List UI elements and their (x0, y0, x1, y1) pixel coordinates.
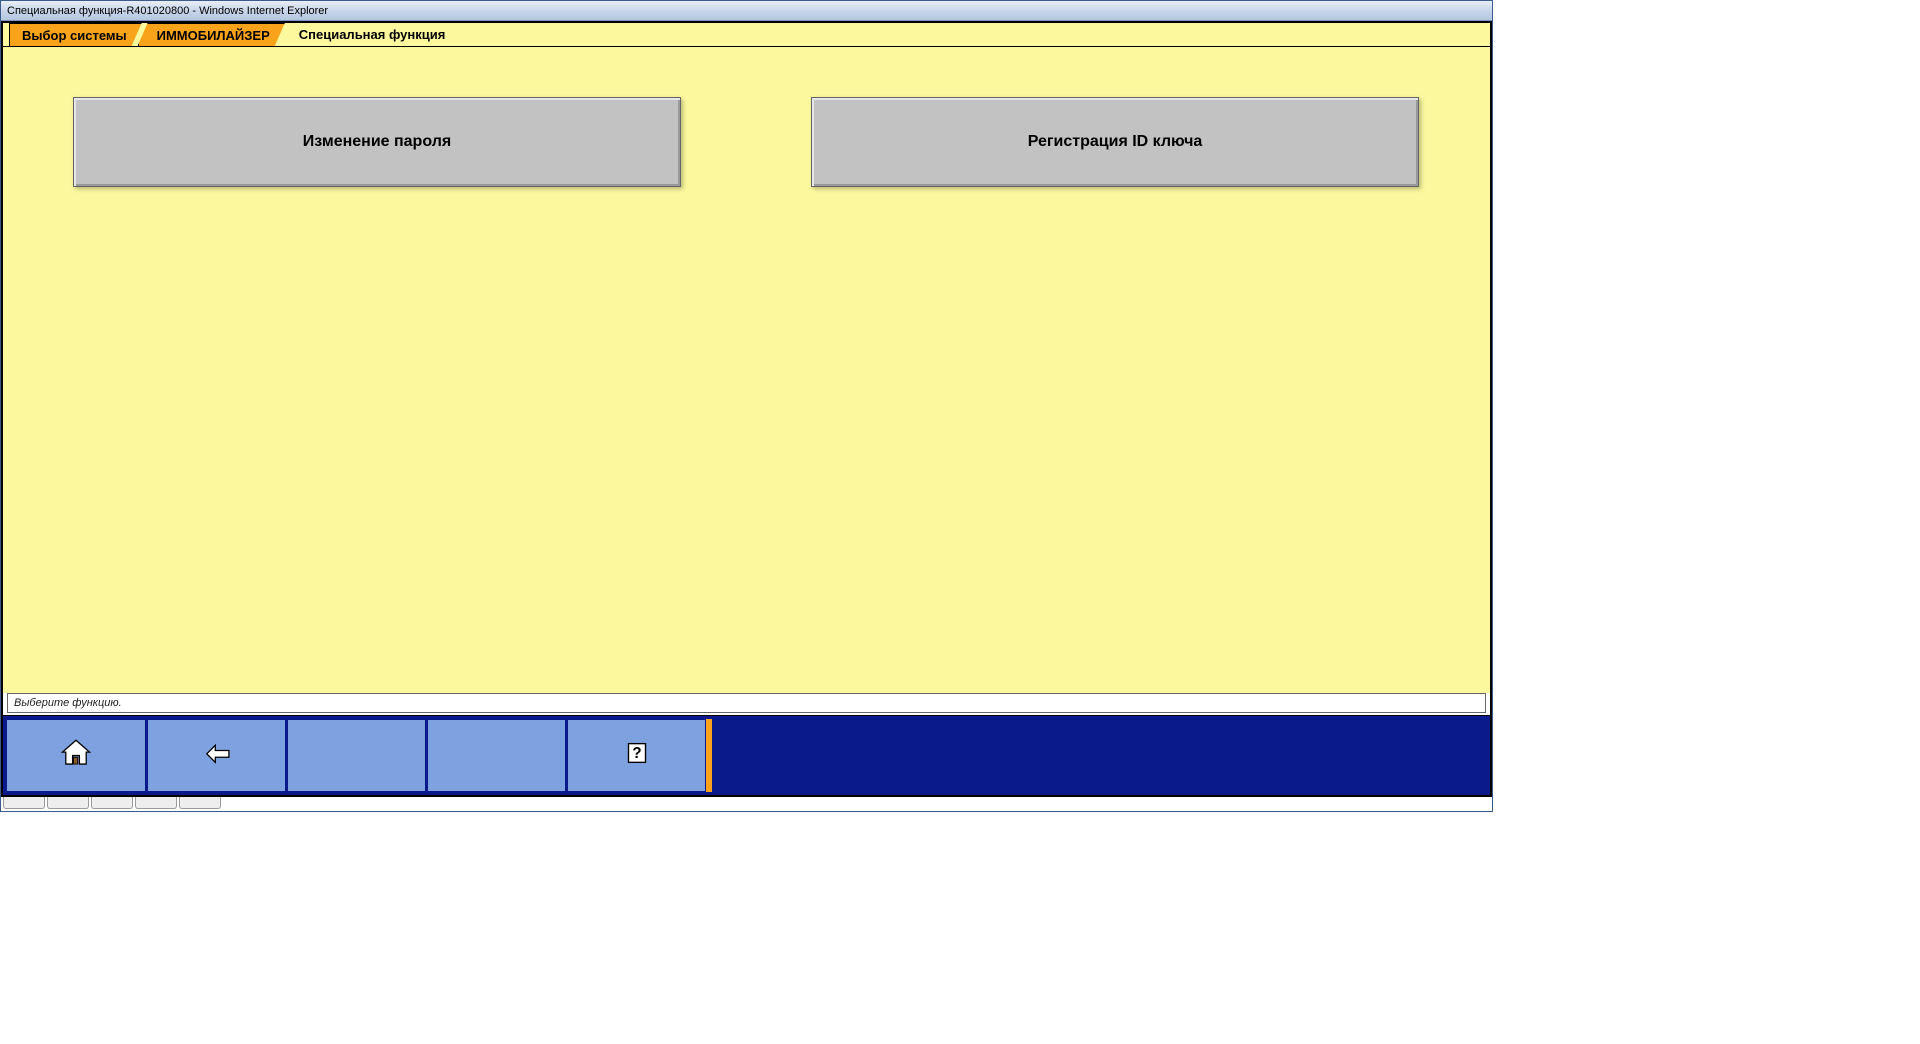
footer-tab[interactable] (3, 797, 45, 809)
window-titlebar: Специальная функция-R401020800 - Windows… (1, 1, 1492, 21)
home-button[interactable] (6, 719, 146, 792)
breadcrumb: Выбор системы ИММОБИЛАЙЗЕР Специальная ф… (3, 23, 1490, 47)
toolbar-slot-4[interactable] (426, 719, 566, 792)
bottom-toolbar: ? (3, 715, 1490, 795)
breadcrumb-label: Выбор системы (22, 28, 127, 43)
footer-tab[interactable] (179, 797, 221, 809)
breadcrumb-current-label: Специальная функция (299, 27, 446, 42)
main-content: Изменение пароля Регистрация ID ключа (3, 47, 1490, 693)
footer-tab[interactable] (91, 797, 133, 809)
window-title: Специальная функция-R401020800 - Windows… (7, 5, 328, 17)
footer-tabs (1, 797, 1492, 811)
breadcrumb-current: Специальная функция (281, 23, 460, 46)
breadcrumb-label: ИММОБИЛАЙЗЕР (157, 28, 270, 43)
back-button[interactable] (146, 719, 286, 792)
button-label: Изменение пароля (303, 133, 451, 151)
breadcrumb-item-system-select[interactable]: Выбор системы (9, 23, 142, 46)
help-button[interactable]: ? (566, 719, 706, 792)
home-icon (59, 738, 93, 773)
status-text: Выберите функцию. (14, 697, 122, 709)
svg-text:?: ? (632, 745, 641, 762)
change-password-button[interactable]: Изменение пароля (73, 97, 681, 187)
register-key-id-button[interactable]: Регистрация ID ключа (811, 97, 1419, 187)
back-arrow-icon (200, 738, 234, 773)
button-label: Регистрация ID ключа (1028, 133, 1203, 151)
footer-tab[interactable] (135, 797, 177, 809)
help-icon: ? (620, 738, 654, 773)
status-bar: Выберите функцию. (7, 693, 1486, 713)
breadcrumb-item-immobilizer[interactable]: ИММОБИЛАЙЗЕР (138, 23, 285, 46)
footer-tab[interactable] (47, 797, 89, 809)
toolbar-slot-3[interactable] (286, 719, 426, 792)
